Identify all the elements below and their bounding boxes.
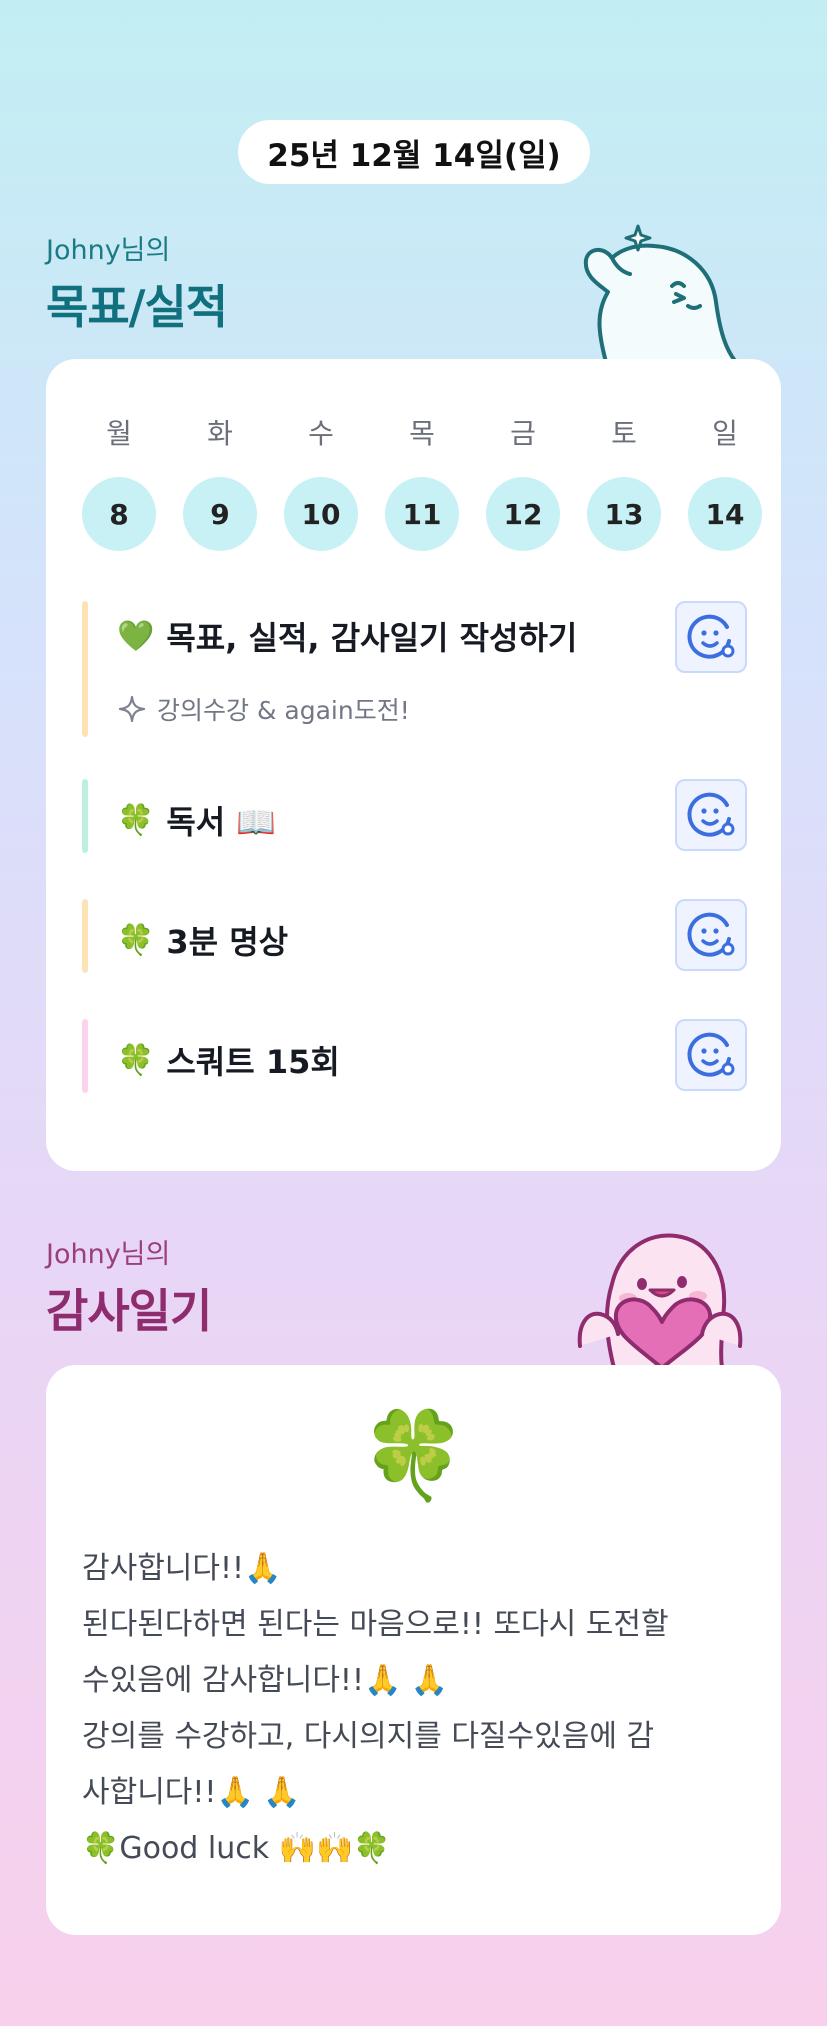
date-chip-selected[interactable]: 14 [688, 477, 762, 551]
task-title: 스쿼트 15회 [166, 1043, 340, 1081]
date-chip[interactable]: 9 [183, 477, 257, 551]
goals-title: 목표/실적 [46, 280, 228, 334]
goals-subtitle: Johny님의 [46, 235, 171, 266]
weekday-label: 금 [510, 417, 536, 450]
mood-smiley-button[interactable] [675, 899, 747, 971]
ghost-mascot-illustration [583, 224, 738, 362]
goals-section-header: Johny님의 목표/실적 [46, 228, 228, 337]
date-chip[interactable]: 11 [385, 477, 459, 551]
smiley-icon [687, 614, 735, 659]
green-heart-icon: 💚 [117, 618, 155, 654]
date-chip[interactable]: 8 [82, 477, 156, 551]
date-chip[interactable]: 12 [486, 477, 560, 551]
weekday-header: 월 화 수 목 금 토 일 [82, 412, 762, 452]
diary-line: 사합니다!!🙏 🙏 [82, 1775, 301, 1810]
diary-title: 감사일기 [46, 1284, 212, 1338]
date-pill[interactable]: 25년 12월 14일(일) [238, 120, 590, 184]
task-color-bar [82, 601, 88, 737]
diary-line: 🍀Good luck 🙌🙌🍀 [82, 1831, 391, 1866]
task-label: 🍀 독서 📖 [117, 797, 276, 843]
diary-entry: 감사합니다!!🙏 된다된다하면 된다는 마음으로!! 또다시 도전할 수있음에 … [82, 1541, 752, 1877]
diary-line: 된다된다하면 된다는 마음으로!! 또다시 도전할 [82, 1607, 669, 1642]
mood-smiley-button[interactable] [675, 601, 747, 673]
task-title: 독서 📖 [166, 803, 277, 841]
task-color-bar [82, 1019, 88, 1093]
weekday-label: 일 [712, 417, 738, 450]
task-item[interactable]: 🍀 독서 📖 [82, 779, 747, 853]
weekday-label: 토 [611, 417, 637, 450]
clover-icon: 🍀 [117, 1042, 155, 1078]
goals-card: 월 화 수 목 금 토 일 8 9 10 11 12 13 14 💚 목표, 실… [46, 359, 781, 1171]
task-note-text: 강의수강 & again도전! [157, 696, 410, 725]
task-color-bar [82, 779, 88, 853]
task-label: 🍀 스쿼트 15회 [117, 1037, 340, 1083]
task-note: 강의수강 & again도전! [117, 691, 410, 727]
heart-mascot-illustration [577, 1233, 743, 1368]
task-item[interactable]: 🍀 3분 명상 [82, 899, 747, 973]
task-color-bar [82, 899, 88, 973]
diary-subtitle: Johny님의 [46, 1239, 171, 1270]
date-chip[interactable]: 10 [284, 477, 358, 551]
diary-line: 수있음에 감사합니다!!🙏 🙏 [82, 1663, 449, 1698]
sparkle-icon [118, 695, 146, 723]
task-label: 💚 목표, 실적, 감사일기 작성하기 [117, 613, 577, 659]
clover-icon: 🍀 [359, 1406, 468, 1506]
week-date-row: 8 9 10 11 12 13 14 [82, 477, 762, 551]
smiley-icon [687, 1032, 735, 1077]
clover-icon: 🍀 [117, 922, 155, 958]
weekday-label: 목 [409, 417, 435, 450]
task-title: 3분 명상 [166, 923, 289, 961]
smiley-icon [687, 792, 735, 837]
task-item[interactable]: 🍀 스쿼트 15회 [82, 1019, 747, 1093]
diary-section-header: Johny님의 감사일기 [46, 1232, 212, 1341]
diary-line: 강의를 수강하고, 다시의지를 다질수있음에 감 [82, 1719, 655, 1754]
weekday-label: 월 [106, 417, 132, 450]
weekday-label: 수 [308, 417, 334, 450]
smiley-icon [687, 912, 735, 957]
task-item[interactable]: 💚 목표, 실적, 감사일기 작성하기 강의수강 & again도전! [82, 601, 747, 737]
diary-line: 감사합니다!!🙏 [82, 1551, 282, 1586]
task-label: 🍀 3분 명상 [117, 917, 288, 963]
task-title: 목표, 실적, 감사일기 작성하기 [166, 619, 578, 657]
weekday-label: 화 [207, 417, 233, 450]
mood-smiley-button[interactable] [675, 779, 747, 851]
clover-icon: 🍀 [117, 802, 155, 838]
date-chip[interactable]: 13 [587, 477, 661, 551]
mood-smiley-button[interactable] [675, 1019, 747, 1091]
diary-card: 🍀 감사합니다!!🙏 된다된다하면 된다는 마음으로!! 또다시 도전할 수있음… [46, 1365, 781, 1935]
